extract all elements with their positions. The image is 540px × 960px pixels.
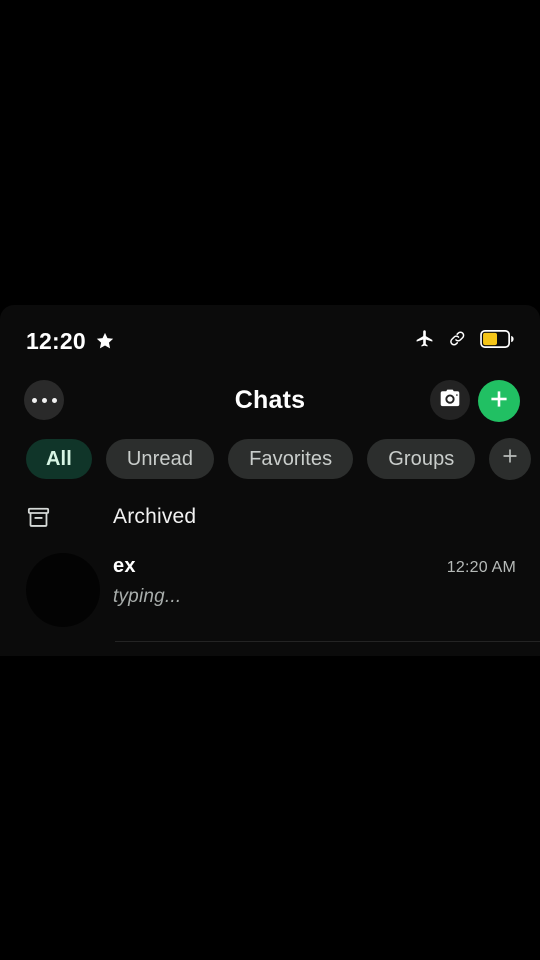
filter-chip-label: Groups: [388, 447, 455, 470]
chat-list-item[interactable]: ex 12:20 AM typing...: [0, 549, 540, 641]
filter-chip-label: Unread: [126, 447, 194, 470]
chat-contact-name: ex: [113, 555, 136, 577]
filter-chip-favorites[interactable]: Favorites: [228, 439, 354, 479]
chat-timestamp: 12:20 AM: [446, 559, 516, 576]
camera-icon: [438, 386, 462, 415]
status-bar-left: 12:20: [26, 327, 115, 354]
app-header: Chats: [0, 377, 540, 433]
filter-chip-unread[interactable]: Unread: [105, 439, 215, 479]
archive-box-icon: [0, 504, 72, 531]
list-divider: [115, 641, 540, 642]
star-icon: [95, 331, 115, 351]
status-bar-clock: 12:20: [26, 327, 86, 354]
status-bar: 12:20: [0, 319, 540, 363]
filter-chip-label: All: [46, 447, 72, 470]
battery-saver-icon: [480, 329, 514, 353]
add-filter-button[interactable]: [489, 438, 532, 480]
menu-dot-icon: [31, 397, 37, 403]
status-bar-right: [414, 328, 514, 354]
menu-dot-icon: [51, 397, 57, 403]
link-icon: [447, 328, 468, 354]
camera-button[interactable]: [430, 380, 470, 420]
plus-icon: [499, 445, 521, 473]
archived-label: Archived: [113, 505, 197, 528]
filter-chip-groups[interactable]: Groups: [367, 439, 476, 479]
whatsapp-chats-panel: 12:20 Chats All Unread Favorites Groups …: [0, 305, 540, 656]
avatar[interactable]: [26, 553, 100, 627]
chat-item-header: ex 12:20 AM: [113, 555, 516, 578]
phone-screenshot: 12:20 Chats All Unread Favorites Groups …: [0, 0, 540, 960]
menu-dot-icon: [41, 397, 47, 403]
plus-icon: [487, 387, 511, 416]
chat-preview-text: typing...: [113, 586, 182, 607]
overflow-menu-button[interactable]: [24, 380, 64, 420]
filter-chip-label: Favorites: [249, 447, 333, 470]
filter-chip-all[interactable]: All: [26, 439, 92, 479]
new-chat-button[interactable]: [478, 380, 520, 422]
archived-row[interactable]: Archived: [0, 491, 540, 543]
chat-item-content: ex 12:20 AM typing...: [113, 555, 516, 608]
chat-filters: All Unread Favorites Groups: [0, 433, 540, 485]
airplane-mode-icon: [414, 328, 435, 354]
